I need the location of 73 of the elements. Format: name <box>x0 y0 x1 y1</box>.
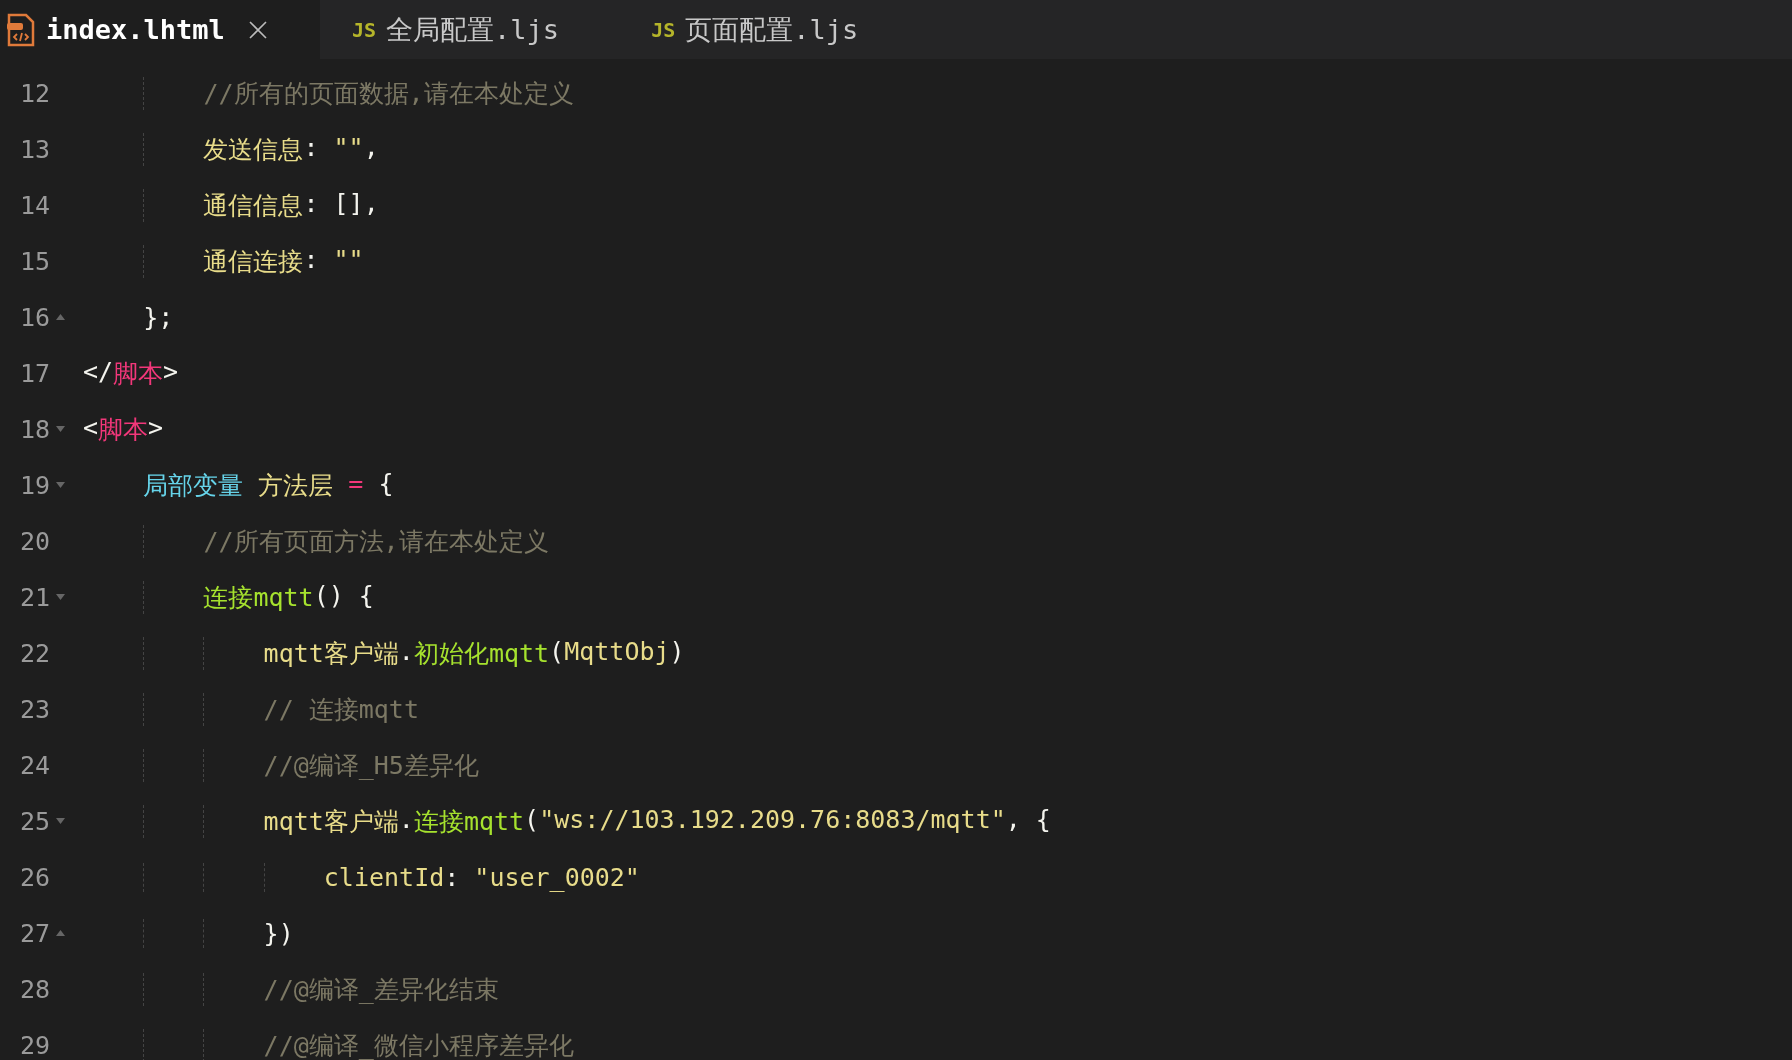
line-number: 13 <box>18 134 50 164</box>
code-token: , { <box>1005 804 1051 836</box>
code-token: () { <box>313 580 374 612</box>
line-number: 24 <box>18 750 50 780</box>
line-number: 25 <box>18 806 50 836</box>
code-token: < <box>83 412 99 444</box>
code-token: > <box>163 356 179 388</box>
code-token: "user_0002" <box>474 862 640 892</box>
code-token: { <box>377 468 394 500</box>
code-token: "ws://103.192.209.76:8083/mqtt" <box>539 804 1006 836</box>
code-token: : [], <box>303 188 379 220</box>
code-token: </ <box>83 356 114 388</box>
code-token: //所有的页面数据,请在本处定义 <box>202 77 574 110</box>
code-token: . <box>398 804 414 836</box>
fold-caret-icon[interactable] <box>56 482 65 488</box>
line-number: 22 <box>18 638 50 668</box>
fold-caret-icon[interactable] <box>56 426 65 432</box>
line-number: 29 <box>18 1030 50 1060</box>
code-token: 局部变量 <box>142 469 244 502</box>
code-token: //@编译_差异化结束 <box>262 973 499 1006</box>
code-token: }) <box>262 918 294 948</box>
line-number: 19 <box>18 470 50 500</box>
line-number: 28 <box>18 974 50 1004</box>
code-token: : <box>444 862 461 892</box>
close-icon[interactable] <box>248 20 267 39</box>
line-number: 23 <box>18 694 50 724</box>
code-token: "" <box>333 132 364 164</box>
code-token: 连接mqtt <box>413 805 525 838</box>
code-token: ( <box>524 804 540 836</box>
code-token: "" <box>333 244 364 276</box>
code-token: ( <box>549 636 565 668</box>
code-token: . <box>398 636 414 668</box>
js-label: JS <box>651 17 676 42</box>
code-token: 脚本 <box>98 413 149 446</box>
js-label: JS <box>352 17 377 42</box>
code-token: 连接mqtt <box>202 581 314 614</box>
code-token: 通信信息 <box>202 189 304 222</box>
code-token: : <box>303 244 320 276</box>
html-file-icon <box>6 12 36 47</box>
line-number: 27 <box>18 918 50 948</box>
line-number: 26 <box>18 862 50 892</box>
code-token: , <box>363 132 379 164</box>
code-token: //@编译_微信小程序差异化 <box>262 1029 574 1060</box>
code-token: mqtt客户端 <box>262 637 399 670</box>
line-number: 20 <box>18 526 50 556</box>
code-token: 方法层 <box>257 469 334 502</box>
line-number: 17 <box>18 358 50 388</box>
code-token: // 连接mqtt <box>262 693 419 726</box>
line-number: 21 <box>18 582 50 612</box>
code-token: 通信连接 <box>202 245 304 278</box>
code-token: 脚本 <box>113 357 164 390</box>
code-token: > <box>148 412 164 444</box>
code-token: 发送信息 <box>202 133 304 166</box>
line-number: 16 <box>18 302 50 332</box>
line-number: 14 <box>18 190 50 220</box>
code-token: = <box>347 468 364 500</box>
line-number: 15 <box>18 246 50 276</box>
file-tab[interactable]: index.lhtml <box>0 0 320 59</box>
code-token: //所有页面方法,请在本处定义 <box>202 525 549 558</box>
fold-caret-icon[interactable] <box>56 594 65 600</box>
line-number: 18 <box>18 414 50 444</box>
line-number: 12 <box>18 78 50 108</box>
fold-caret-icon[interactable] <box>56 314 65 320</box>
code-token: MqttObj <box>564 636 670 668</box>
fold-caret-icon[interactable] <box>56 818 65 824</box>
code-token: clientId <box>322 862 445 892</box>
code-token: //@编译_H5差异化 <box>262 749 479 782</box>
code-token: : <box>303 132 320 164</box>
fold-caret-icon[interactable] <box>56 930 65 936</box>
code-token: 初始化mqtt <box>413 637 550 670</box>
code-token: mqtt客户端 <box>262 805 399 838</box>
code-token: ) <box>669 636 685 668</box>
code-token: }; <box>142 302 174 332</box>
